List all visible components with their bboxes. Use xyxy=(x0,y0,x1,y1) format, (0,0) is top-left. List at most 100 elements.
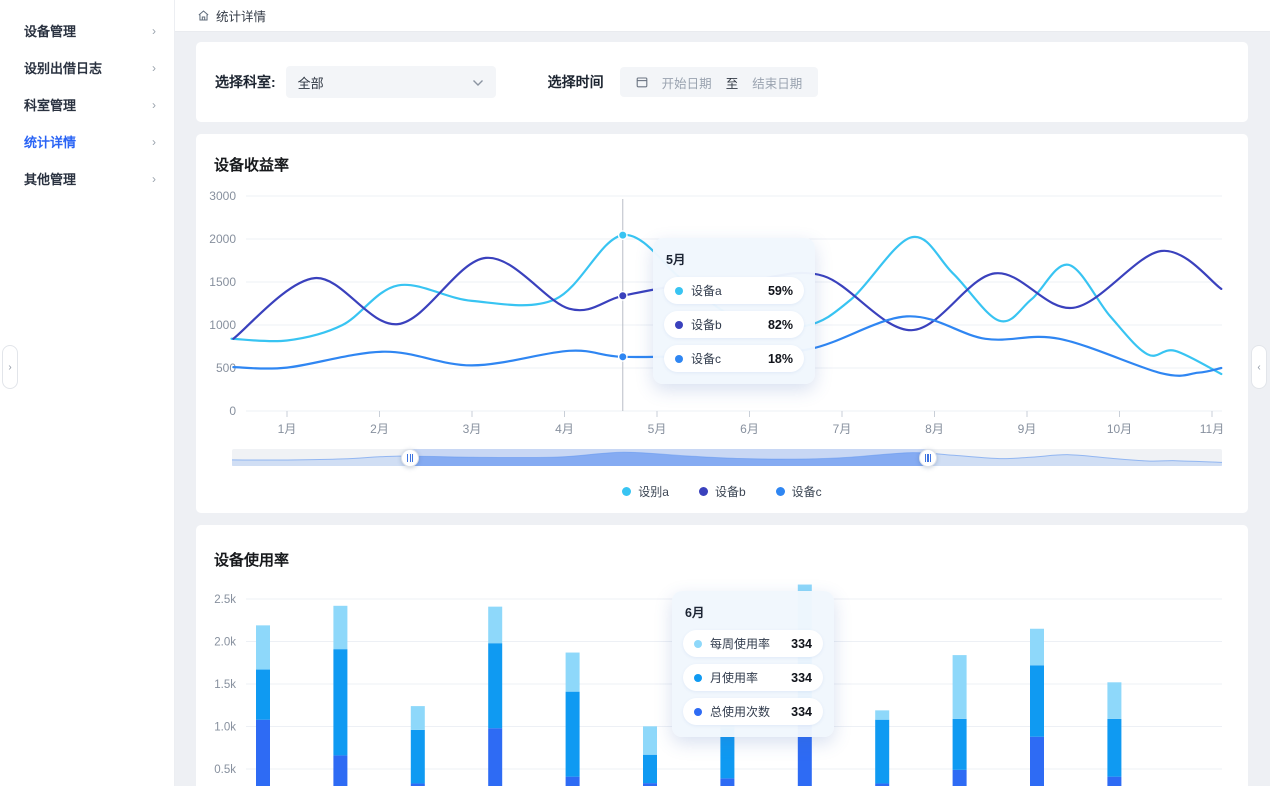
chevron-right-icon: › xyxy=(152,135,156,149)
calendar-icon xyxy=(636,76,648,88)
legend-item[interactable]: 设备b xyxy=(699,483,746,500)
legend-label: 设备b xyxy=(715,483,746,500)
bar-segment-每周使用率 xyxy=(566,653,580,692)
chevron-right-icon: › xyxy=(152,61,156,75)
brush-wave xyxy=(232,449,1222,466)
bar-segment-月使用率 xyxy=(333,649,347,755)
series-dot-icon xyxy=(675,287,683,295)
home-icon xyxy=(197,9,210,22)
main-area: 统计详情 选择科室: 全部 选择时间 开始日期 至 结束日期 xyxy=(175,0,1270,786)
y-tick-label: 1.0k xyxy=(214,722,236,734)
tooltip-row: 每周使用率 334 xyxy=(683,630,823,657)
bar-segment-月使用率 xyxy=(1107,719,1121,777)
chevron-right-icon: › xyxy=(152,24,156,38)
brush-handle-left[interactable] xyxy=(401,449,419,467)
brush-handle-right[interactable] xyxy=(919,449,937,467)
bar-segment-每周使用率 xyxy=(875,710,889,719)
tooltip-series-value: 334 xyxy=(791,637,812,651)
bar-segment-总使用次数 xyxy=(953,770,967,786)
tooltip-series-value: 59% xyxy=(768,284,793,298)
chevron-left-icon: ‹ xyxy=(1257,362,1260,373)
bar-segment-总使用次数 xyxy=(488,728,502,786)
x-tick-label: 2月 xyxy=(370,422,389,436)
y-tick-label: 1500 xyxy=(209,275,236,289)
x-tick-label: 10月 xyxy=(1107,422,1132,436)
bar-chart-tooltip: 6月每周使用率334月使用率334总使用次数334 xyxy=(672,591,834,737)
series-dot-icon xyxy=(675,321,683,329)
sidebar-item-label: 设别出借日志 xyxy=(24,58,102,77)
bar-segment-每周使用率 xyxy=(953,655,967,719)
department-filter-label: 选择科室: xyxy=(215,72,276,92)
bar-segment-月使用率 xyxy=(411,730,425,784)
bar-segment-每周使用率 xyxy=(1107,682,1121,719)
revenue-chart-title: 设备收益率 xyxy=(214,154,289,175)
tooltip-series-value: 334 xyxy=(791,705,812,719)
sidebar-item-1[interactable]: 设别出借日志 › xyxy=(0,49,174,86)
tooltip-series-name: 总使用次数 xyxy=(710,703,770,720)
sidebar-item-label: 设备管理 xyxy=(24,21,76,40)
data-zoom-brush[interactable] xyxy=(232,449,1222,466)
sidebar-item-0[interactable]: 设备管理 › xyxy=(0,12,174,49)
bar-segment-月使用率 xyxy=(953,719,967,770)
tooltip-row: 设备b 82% xyxy=(664,311,804,338)
bar-segment-每周使用率 xyxy=(643,726,657,754)
tooltip-series-name: 设备b xyxy=(691,316,722,333)
tooltip-series-name: 设备c xyxy=(691,350,721,367)
tooltip-series-value: 334 xyxy=(791,671,812,685)
sidebar-item-4[interactable]: 其他管理› xyxy=(0,160,174,197)
sidebar-item-label: 科室管理 xyxy=(24,95,76,114)
usage-chart-card: 设备使用率 2.5k2.0k1.5k1.0k0.5k 6月每周使用率334月使用… xyxy=(196,525,1248,786)
content: 选择科室: 全部 选择时间 开始日期 至 结束日期 设备收益率 xyxy=(175,32,1270,786)
breadcrumb-label: 统计详情 xyxy=(216,6,266,25)
collapse-left-button[interactable]: › xyxy=(2,345,18,389)
legend-dot-icon xyxy=(699,487,708,496)
y-tick-label: 0 xyxy=(229,404,236,418)
tooltip-row: 总使用次数 334 xyxy=(683,698,823,725)
tooltip-row: 设备c 18% xyxy=(664,345,804,372)
tooltip-series-name: 每周使用率 xyxy=(710,635,770,652)
bar-segment-总使用次数 xyxy=(256,720,270,786)
tooltip-row: 设备a 59% xyxy=(664,277,804,304)
sidebar-item-3[interactable]: 统计详情› xyxy=(0,123,174,160)
department-select-value: 全部 xyxy=(298,73,324,92)
legend-item[interactable]: 设备c xyxy=(776,483,822,500)
chevron-right-icon: › xyxy=(152,98,156,112)
chevron-down-icon xyxy=(472,75,484,90)
y-tick-label: 1.5k xyxy=(214,679,236,691)
bar-segment-总使用次数 xyxy=(333,755,347,786)
legend: 设别a 设备b 设备c xyxy=(196,483,1248,500)
breadcrumb[interactable]: 统计详情 xyxy=(197,6,266,25)
tooltip-series-name: 设备a xyxy=(691,282,722,299)
sidebar-item-2[interactable]: 科室管理 › xyxy=(0,86,174,123)
date-range-picker[interactable]: 开始日期 至 结束日期 xyxy=(620,67,819,97)
y-tick-label: 3000 xyxy=(209,191,236,203)
x-tick-label: 9月 xyxy=(1018,422,1037,436)
x-tick-label: 4月 xyxy=(555,422,574,436)
bar-segment-每周使用率 xyxy=(333,606,347,649)
bar-segment-总使用次数 xyxy=(1107,777,1121,786)
bar-segment-总使用次数 xyxy=(1030,737,1044,786)
chevron-right-icon: › xyxy=(8,362,11,373)
legend-item[interactable]: 设别a xyxy=(622,483,669,500)
end-date-input[interactable]: 结束日期 xyxy=(752,73,802,92)
department-select[interactable]: 全部 xyxy=(286,66,496,98)
legend-label: 设别a xyxy=(638,483,669,500)
bar-segment-月使用率 xyxy=(643,755,657,783)
series-dot-icon xyxy=(694,640,702,648)
x-tick-label: 1月 xyxy=(278,422,297,436)
legend-dot-icon xyxy=(622,487,631,496)
bar-segment-月使用率 xyxy=(1030,665,1044,736)
tooltip-series-name: 月使用率 xyxy=(710,669,758,686)
start-date-input[interactable]: 开始日期 xyxy=(662,73,712,92)
collapse-right-button[interactable]: ‹ xyxy=(1251,345,1267,389)
x-tick-label: 6月 xyxy=(740,422,759,436)
tooltip-series-value: 82% xyxy=(768,318,793,332)
tooltip-series-value: 18% xyxy=(768,352,793,366)
series-dot-icon xyxy=(694,674,702,682)
bar-segment-每周使用率 xyxy=(488,607,502,644)
y-tick-label: 1000 xyxy=(209,318,236,332)
hover-marker xyxy=(619,231,627,239)
breadcrumb-bar: 统计详情 xyxy=(175,0,1270,32)
hover-marker xyxy=(619,292,627,300)
y-tick-label: 2.0k xyxy=(214,637,236,649)
